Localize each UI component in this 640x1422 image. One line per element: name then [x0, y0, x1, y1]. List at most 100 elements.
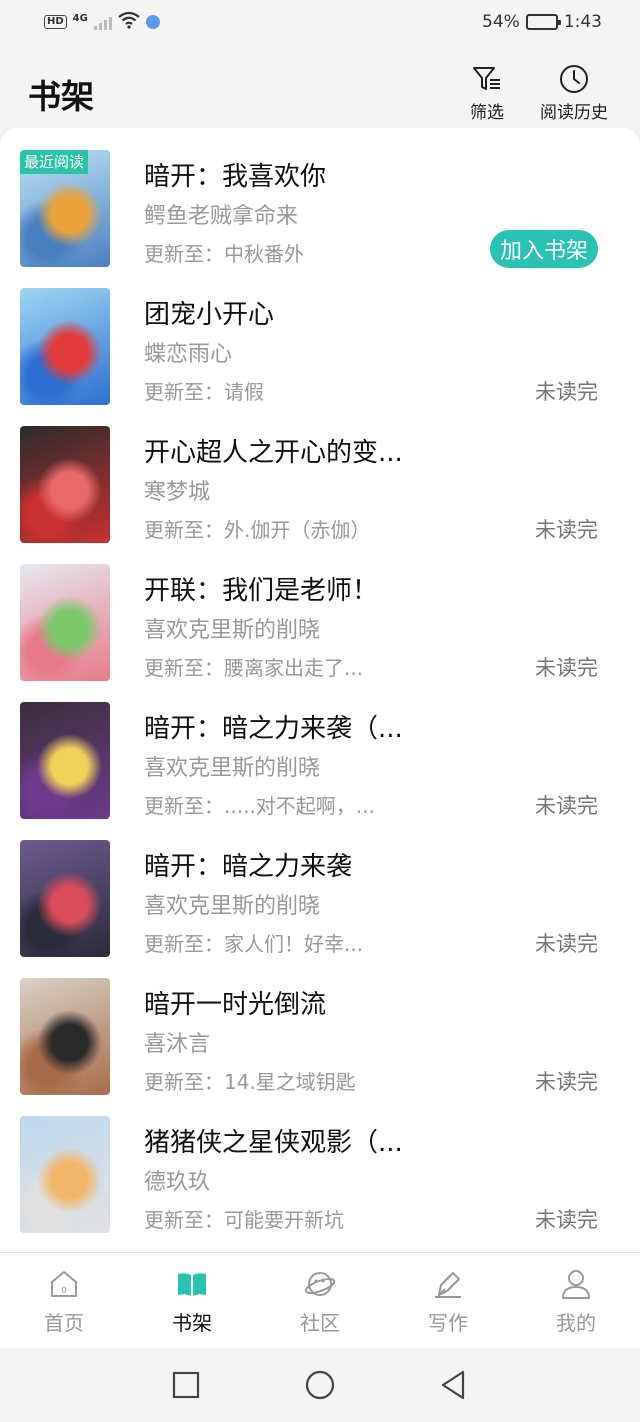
tab-me[interactable]: 我的 — [512, 1253, 640, 1348]
book-item[interactable]: 团宠小开心蝶恋雨心更新至：请假 未读完 — [0, 288, 640, 426]
update-label: 更新至： — [144, 518, 224, 542]
system-nav-bar — [0, 1348, 640, 1422]
battery-icon — [525, 14, 561, 30]
pen-icon — [435, 1272, 461, 1298]
book-item[interactable]: 暗开：暗之力来袭 喜欢克里斯的削晓 更新至：家人们！好幸... 未读完 — [0, 840, 640, 978]
update-label: 更新至： — [144, 1070, 224, 1094]
latest-chapter: 更新至：14.星之域钥匙 — [144, 1066, 356, 1095]
update-chapter: 可能要开新坑 — [224, 1208, 344, 1232]
filter-label: 筛选 — [470, 103, 504, 123]
latest-chapter: 更新至：外.伽开（赤伽） — [144, 514, 370, 543]
book-title: 暗开：我喜欢你 — [144, 162, 327, 192]
read-status: 未读完 — [535, 932, 598, 956]
battery-percent: 54% — [482, 12, 520, 32]
book-cover[interactable] — [20, 288, 110, 405]
update-chapter: 腰离家出走了... — [224, 656, 364, 680]
book-author: 喜沐言 — [144, 1032, 211, 1057]
book-cover[interactable] — [20, 426, 110, 543]
home-icon: 0 — [51, 1271, 77, 1297]
update-label: 更新至： — [144, 380, 224, 404]
recently-read-badge: 最近阅读 — [20, 150, 89, 174]
page-title: 书架 — [28, 77, 94, 116]
latest-chapter: 更新至：腰离家出走了... — [144, 652, 363, 681]
tab-community[interactable]: 社区 — [256, 1253, 384, 1348]
update-chapter: 外.伽开（赤伽） — [224, 518, 371, 542]
latest-chapter: 更新至：.....对不起啊，... — [144, 790, 375, 819]
update-label: 更新至： — [144, 794, 224, 818]
book-cover[interactable] — [20, 564, 110, 681]
recent-apps-icon[interactable] — [169, 1368, 203, 1402]
update-label: 更新至： — [144, 1208, 224, 1232]
book-author: 德玖玖 — [144, 1170, 211, 1195]
book-cover[interactable] — [20, 1116, 110, 1233]
update-chapter: .....对不起啊，... — [224, 794, 375, 818]
bookshelf-list: 最近阅读 暗开：我喜欢你 鳄鱼老贼拿命来 更新至：中秋番外 加入书架 团宠小开心 蝶恋雨心更… — [0, 128, 640, 1252]
network-type: 4G — [72, 12, 88, 24]
tab-label: 写作 — [428, 1311, 468, 1335]
add-to-shelf-button[interactable]: 加入书架 — [489, 230, 598, 268]
latest-chapter: 更新至：可能要开新坑 — [144, 1204, 344, 1233]
book-title: 开心超人之开心的变... — [144, 438, 403, 468]
home-nav-icon[interactable] — [303, 1368, 337, 1402]
update-chapter: 14.星之域钥匙 — [224, 1070, 356, 1094]
update-chapter: 家人们！好幸... — [224, 932, 364, 956]
back-icon[interactable] — [437, 1368, 471, 1402]
wifi-icon — [118, 11, 140, 34]
update-label: 更新至： — [144, 656, 224, 680]
read-status: 未读完 — [535, 518, 598, 542]
book-item[interactable]: 暗开：暗之力来袭（... 喜欢克里斯的削晓 更新至：.....对不起啊，... 未读完 — [0, 702, 640, 840]
app-notification-icon — [145, 15, 160, 29]
latest-chapter: 更新至：中秋番外 — [144, 238, 304, 267]
book-item[interactable]: 开心超人之开心的变... 寒梦城更新至：外.伽开（赤伽） 未读完 — [0, 426, 640, 564]
tab-label: 我的 — [556, 1311, 596, 1335]
book-icon — [178, 1273, 206, 1296]
bottom-tab-bar: 0 首页 书架 社区 写作 我的 — [0, 1252, 640, 1348]
book-title: 暗开一时光倒流 — [144, 990, 327, 1020]
update-label: 更新至： — [144, 932, 224, 956]
read-status: 未读完 — [535, 1070, 598, 1094]
book-title: 猪猪侠之星侠观影（... — [144, 1128, 403, 1158]
filter-button[interactable]: 筛选 — [470, 62, 504, 123]
tab-writing[interactable]: 写作 — [384, 1253, 512, 1348]
book-author: 寒梦城 — [144, 480, 211, 505]
latest-chapter: 更新至：家人们！好幸... — [144, 928, 363, 957]
book-cover[interactable] — [20, 978, 110, 1095]
read-status: 未读完 — [535, 1208, 598, 1232]
read-status: 未读完 — [535, 380, 598, 404]
header: 书架 筛选 阅读历史 — [0, 44, 640, 128]
hd-indicator: HD — [44, 15, 67, 29]
tab-label: 社区 — [300, 1311, 340, 1335]
book-cover[interactable] — [20, 840, 110, 957]
filter-icon — [473, 67, 500, 90]
book-item[interactable]: 暗开一时光倒流喜沐言更新至：14.星之域钥匙 未读完 — [0, 978, 640, 1116]
status-bar: HD 4G 54% 1:43 — [0, 0, 640, 44]
signal-icon — [93, 14, 112, 30]
user-icon — [562, 1270, 590, 1299]
book-cover[interactable] — [20, 702, 110, 819]
book-author: 喜欢克里斯的削晓 — [144, 618, 321, 643]
book-title: 团宠小开心 — [144, 300, 275, 330]
svg-text:0: 0 — [61, 1286, 67, 1296]
book-title: 暗开：暗之力来袭 — [144, 852, 353, 882]
tab-home[interactable]: 0 首页 — [0, 1253, 128, 1348]
history-label: 阅读历史 — [540, 103, 608, 123]
update-chapter: 请假 — [224, 380, 264, 404]
book-author: 鳄鱼老贼拿命来 — [144, 204, 299, 229]
latest-chapter: 更新至：请假 — [144, 376, 264, 405]
read-status: 未读完 — [535, 656, 598, 680]
book-item[interactable]: 最近阅读暗开：我喜欢你鳄鱼老贼拿命来更新至：中秋番外 加入书架 — [0, 150, 640, 288]
update-label: 更新至： — [144, 242, 224, 266]
tab-label: 首页 — [44, 1311, 84, 1335]
reading-history-button[interactable]: 阅读历史 — [540, 62, 608, 123]
book-item[interactable]: 开联：我们是老师！ 喜欢克里斯的削晓 更新至：腰离家出走了... 未读完 — [0, 564, 640, 702]
book-title: 开联：我们是老师！ — [144, 576, 379, 606]
book-title: 暗开：暗之力来袭（... — [144, 714, 403, 744]
book-author: 蝶恋雨心 — [144, 342, 233, 367]
book-item[interactable]: 猪猪侠之星侠观影（... 德玖玖更新至：可能要开新坑 未读完 — [0, 1116, 640, 1252]
tab-label: 书架 — [172, 1311, 212, 1335]
book-author: 喜欢克里斯的削晓 — [144, 756, 321, 781]
planet-icon — [304, 1272, 336, 1296]
tab-bookshelf[interactable]: 书架 — [128, 1253, 256, 1348]
book-author: 喜欢克里斯的削晓 — [144, 894, 321, 919]
book-cover[interactable]: 最近阅读 — [20, 150, 110, 267]
